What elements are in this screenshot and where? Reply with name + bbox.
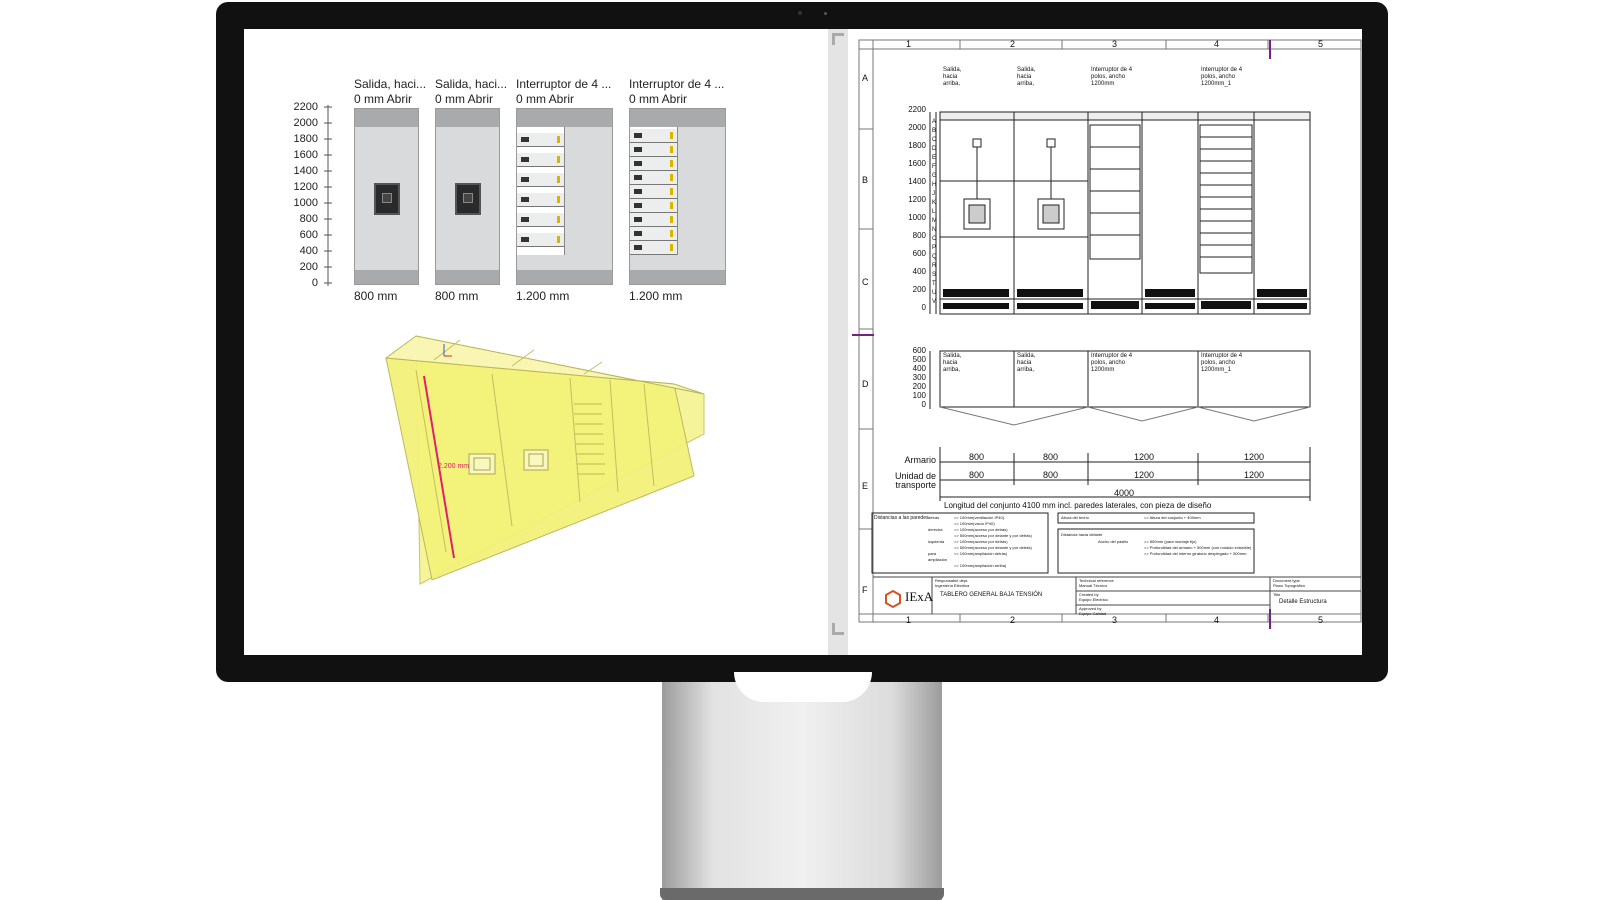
stage: 2200 2000 1800 1600 1400 1200 1000 800 6… [0, 0, 1600, 900]
grid-row-letter: D [862, 379, 869, 389]
axis-tick: 2200 [293, 101, 318, 113]
grid-col-number: 2 [1010, 39, 1016, 49]
dimension-value: 1200 [1244, 470, 1265, 480]
configurator-panel: 2200 2000 1800 1600 1400 1200 1000 800 6… [244, 29, 828, 655]
distances-title: Distancias a las paredes [874, 515, 929, 521]
monitor-stand [662, 682, 942, 900]
corridor-label: Ancho del pasillo [1098, 539, 1129, 544]
plan-header: Interruptor de 4 polos, ancho 1200mm_1 [1201, 353, 1243, 373]
tech-ref: Technical reference Manual Técnico [1079, 578, 1114, 588]
title-value: Detalle Estructura [1279, 599, 1327, 605]
drawing-header: Interruptor de 4 polos, ancho 1200mm [1091, 67, 1133, 87]
cabinet-switch[interactable] [629, 108, 726, 285]
axis-tick: 1600 [293, 149, 318, 161]
dimension-value: 800 [969, 452, 985, 462]
plan-header: Salida, hacia arriba, [1017, 353, 1036, 373]
column-width: 1.200 mm [629, 289, 683, 303]
plan-header: Salida, hacia arriba, [943, 353, 962, 373]
column-status[interactable]: 0 mm Abrir [629, 92, 687, 106]
grid-row-letter: A [862, 73, 869, 83]
distances-list: detrás => 100mm(ventilación IP40) => 100m… [928, 515, 1032, 568]
axis-tick: 1400 [293, 165, 318, 177]
grid-col-number: 4 [1214, 615, 1220, 625]
drawing-header: Salida, hacia arriba, [943, 67, 962, 87]
corridor-title: Distancia hacia delante [1061, 532, 1103, 537]
ceiling-label: Altura del techo [1061, 515, 1089, 520]
pane-splitter[interactable] [828, 29, 848, 655]
dimension-value: 1200 [1134, 470, 1155, 480]
column-title[interactable]: Salida, haci... [354, 77, 426, 91]
breaker-icon [455, 183, 481, 215]
grid-row-letter: F [862, 585, 868, 595]
grid-col-number: 5 [1318, 615, 1324, 625]
grid-row-letter: E [862, 481, 869, 491]
dimension-value: 800 [1043, 452, 1059, 462]
column-title[interactable]: Interruptor de 4 ... [516, 77, 611, 91]
dimension-label: 2.200 mm [438, 463, 469, 470]
company-logo: IExA [905, 589, 934, 604]
breaker-icon [374, 183, 400, 215]
grid-col-number: 4 [1214, 39, 1220, 49]
axis-tick: 400 [299, 245, 318, 257]
grid-row-letter: B [862, 175, 869, 185]
axis-tick: 0 [311, 277, 318, 289]
camera-icon [798, 11, 802, 15]
dimension-value: 800 [1043, 470, 1059, 480]
cabinet-outgoing[interactable] [435, 108, 500, 285]
corridor-values: => 800mm (para montaje fijo) => Profundid… [1144, 539, 1252, 556]
axis-tick: 1800 [293, 133, 318, 145]
armario-label: Armario [904, 455, 936, 465]
axis-tick: 1000 [293, 197, 318, 209]
cabinet-outgoing[interactable] [354, 108, 419, 285]
drawing-header: Salida, hacia arriba, [1017, 67, 1036, 87]
module-rack [517, 127, 565, 255]
axis-ruler [324, 105, 332, 286]
dimension-value: 1200 [1244, 452, 1265, 462]
plan-header: Interruptor de 4 polos, ancho 1200mm [1091, 353, 1133, 373]
drawing-header: Interruptor de 4 polos, ancho 1200mm_1 [1201, 67, 1243, 87]
column-width: 1.200 mm [516, 289, 570, 303]
screen: 2200 2000 1800 1600 1400 1200 1000 800 6… [244, 29, 1362, 655]
ceiling-value: => Altura del conjunto + 400mm [1144, 515, 1201, 520]
module-rack [630, 127, 678, 255]
transport-label: Unidad de transporte [894, 471, 936, 490]
grid-col-number: 1 [906, 39, 912, 49]
length-note: Longitud del conjunto 4100 mm incl. pare… [944, 501, 1212, 510]
project-title: TABLERO GENERAL BAJA TENSIÓN [940, 592, 1043, 598]
grid-col-number: 3 [1112, 39, 1118, 49]
axis-tick: 2000 [293, 117, 318, 129]
total-length: 4000 [1114, 488, 1135, 498]
axis-tick: 800 [299, 213, 318, 225]
grid-col-number: 2 [1010, 615, 1016, 625]
grid-col-number: 1 [906, 615, 912, 625]
resp-dept: Responsable dept. Ingeniería Eléctrica [935, 578, 970, 588]
technical-drawing[interactable]: 1 2 3 4 5 1 2 3 4 5 A B C D E F Salida, h… [848, 29, 1362, 655]
approved-by: Approved by Equipo Calidad [1079, 606, 1107, 616]
grid-col-number: 5 [1318, 39, 1324, 49]
grid-col-number: 3 [1112, 615, 1118, 625]
column-width: 800 mm [435, 289, 479, 303]
3d-model-view[interactable]: 2.200 mm [374, 334, 714, 594]
column-status[interactable]: 0 mm Abrir [435, 92, 493, 106]
dimension-value: 1200 [1134, 452, 1155, 462]
axis-tick: 200 [299, 261, 318, 273]
doc-type: Document type Plano Topográfico [1273, 578, 1305, 588]
title-label: Title [1273, 592, 1281, 597]
column-title[interactable]: Salida, haci... [435, 77, 507, 91]
column-title[interactable]: Interruptor de 4 ... [629, 77, 724, 91]
sensor-icon [824, 12, 827, 15]
cabinet-switch[interactable] [516, 108, 613, 285]
stand-base [660, 888, 944, 900]
created-by: Created by Equipo Eléctrico [1079, 592, 1108, 602]
stand-cutout [734, 672, 872, 702]
column-status[interactable]: 0 mm Abrir [354, 92, 412, 106]
axis-tick: 600 [299, 229, 318, 241]
dimension-value: 800 [969, 470, 985, 480]
column-width: 800 mm [354, 289, 398, 303]
axis-tick: 1200 [293, 181, 318, 193]
grid-row-letter: C [862, 277, 869, 287]
column-status[interactable]: 0 mm Abrir [516, 92, 574, 106]
